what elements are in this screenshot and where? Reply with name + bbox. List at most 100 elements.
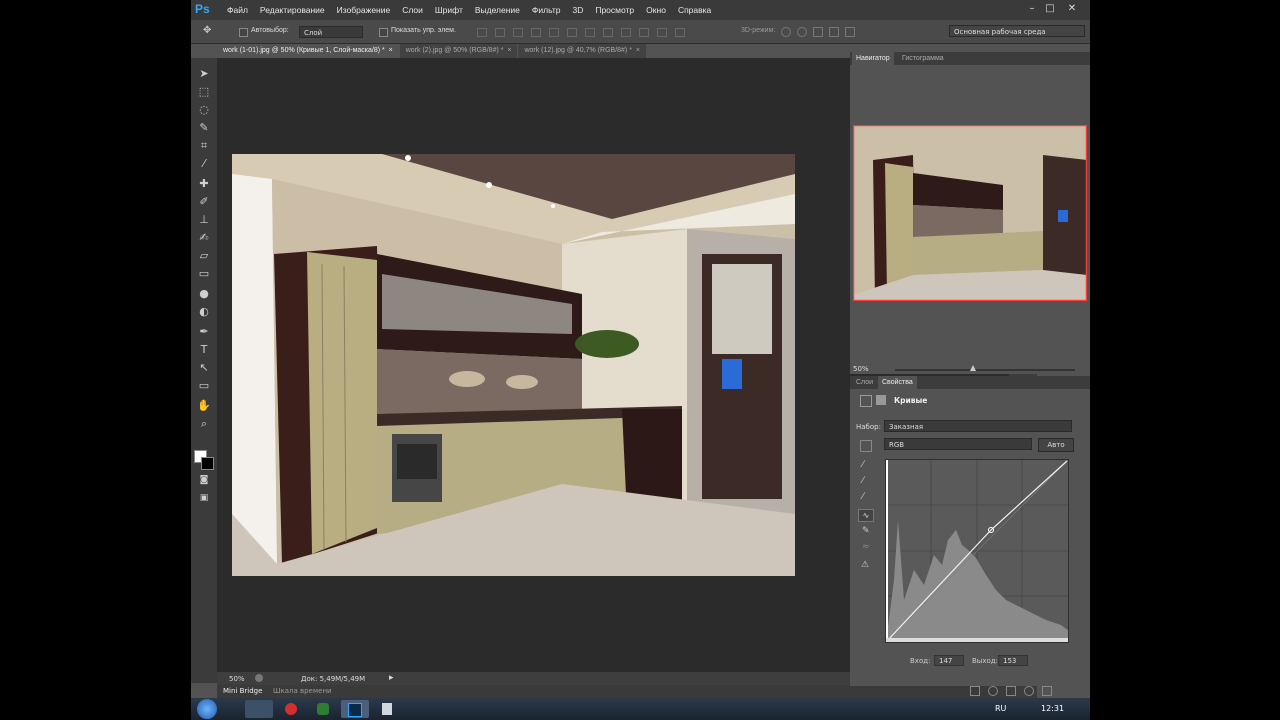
properties-tab[interactable]: Свойства (878, 376, 917, 389)
output-field[interactable]: 153 (998, 655, 1028, 666)
close-tab-icon[interactable]: × (389, 47, 393, 54)
eyedropper-tool-icon[interactable]: ⁄ (196, 156, 212, 172)
curve-point-tool-icon[interactable]: ∿ (858, 509, 874, 522)
zoom-level[interactable]: 50% (229, 675, 245, 683)
document-tab-2[interactable]: work (2).jpg @ 50% (RGB/8#) * × (399, 44, 518, 58)
pencil-curve-icon[interactable]: ✎ (862, 526, 870, 536)
distribute-icon[interactable] (675, 28, 685, 37)
3d-slide-icon[interactable] (829, 27, 839, 37)
workspace-dropdown[interactable]: Основная рабочая среда (949, 25, 1085, 37)
status-menu-arrow-icon[interactable]: ▸ (389, 673, 394, 683)
navigator-tab[interactable]: Навигатор (852, 52, 894, 65)
hand-tool-icon[interactable]: ✋ (196, 398, 212, 414)
distribute-icon[interactable] (585, 28, 595, 37)
menu-help[interactable]: Справка (672, 0, 717, 20)
view-previous-icon[interactable] (988, 686, 998, 696)
move-tool-icon[interactable]: ➤ (196, 66, 212, 82)
timeline-tab[interactable]: Шкала времени (273, 687, 332, 695)
white-eyedropper-icon[interactable]: ⁄ (862, 492, 864, 502)
path-select-tool-icon[interactable]: ↖ (196, 360, 212, 376)
align-icon[interactable] (513, 28, 523, 37)
zoom-tool-icon[interactable]: ⌕ (196, 416, 212, 432)
brush-tool-icon[interactable]: ✐ (196, 194, 212, 210)
hand-adjust-icon[interactable] (860, 440, 872, 452)
input-field[interactable]: 147 (934, 655, 964, 666)
align-icon[interactable] (531, 28, 541, 37)
screen-mode-icon[interactable]: ▣ (196, 490, 212, 506)
black-eyedropper-icon[interactable]: ⁄ (862, 460, 864, 470)
align-icon[interactable] (549, 28, 559, 37)
curves-graph[interactable] (885, 459, 1069, 643)
mask-icon[interactable] (876, 395, 886, 405)
menu-type[interactable]: Шрифт (429, 0, 469, 20)
mini-bridge-tab[interactable]: Mini Bridge (223, 687, 262, 695)
menu-view[interactable]: Просмотр (589, 0, 640, 20)
visibility-icon[interactable] (1024, 686, 1034, 696)
align-icon[interactable] (495, 28, 505, 37)
menu-layers[interactable]: Слои (396, 0, 429, 20)
menu-filter[interactable]: Фильтр (526, 0, 567, 20)
3d-rotate-icon[interactable] (781, 27, 791, 37)
menu-window[interactable]: Окно (640, 0, 672, 20)
menu-3d[interactable]: 3D (566, 0, 589, 20)
3d-pan-icon[interactable] (813, 27, 823, 37)
distribute-icon[interactable] (621, 28, 631, 37)
close-button[interactable]: ✕ (1063, 2, 1081, 16)
pen-tool-icon[interactable]: ✒ (196, 324, 212, 340)
language-indicator[interactable]: RU (995, 704, 1006, 713)
start-button-icon[interactable] (197, 699, 217, 719)
shape-tool-icon[interactable]: ▭ (196, 378, 212, 394)
histogram-tab[interactable]: Гистограмма (898, 52, 948, 65)
3d-scale-icon[interactable] (845, 27, 855, 37)
preset-dropdown[interactable]: Заказная (884, 420, 1072, 432)
channel-dropdown[interactable]: RGB (884, 438, 1032, 450)
autoselect-checkbox[interactable] (239, 28, 248, 37)
auto-button[interactable]: Авто (1038, 438, 1074, 452)
zoom-slider-handle[interactable] (970, 365, 976, 371)
menu-select[interactable]: Выделение (469, 0, 526, 20)
delete-icon[interactable] (1042, 686, 1052, 696)
maximize-button[interactable]: □ (1041, 2, 1059, 16)
align-icon[interactable] (477, 28, 487, 37)
status-icon[interactable] (255, 674, 263, 682)
document-tab-3[interactable]: work (12).jpg @ 40,7% (RGB/8#) * × (518, 44, 646, 58)
crop-tool-icon[interactable]: ⌗ (196, 138, 212, 154)
move-tool-icon[interactable]: ✥ (203, 25, 211, 36)
align-icon[interactable] (567, 28, 577, 37)
navigator-zoom[interactable]: 50% (853, 365, 869, 373)
show-controls-checkbox[interactable] (379, 28, 388, 37)
distribute-icon[interactable] (603, 28, 613, 37)
reset-icon[interactable] (1006, 686, 1016, 696)
marquee-tool-icon[interactable]: ⬚ (196, 84, 212, 100)
clipping-warning-icon[interactable]: ⚠ (861, 560, 869, 570)
autoselect-dropdown[interactable]: Слой (299, 26, 363, 38)
quick-select-tool-icon[interactable]: ✎ (196, 120, 212, 136)
clip-to-layer-icon[interactable] (970, 686, 980, 696)
blur-tool-icon[interactable]: ● (196, 286, 212, 302)
gradient-tool-icon[interactable]: ▭ (196, 266, 212, 282)
eraser-tool-icon[interactable]: ▱ (196, 248, 212, 264)
background-color-swatch[interactable] (201, 457, 214, 470)
minimize-button[interactable]: – (1023, 2, 1041, 16)
healing-tool-icon[interactable]: ✚ (196, 176, 212, 192)
close-tab-icon[interactable]: × (507, 47, 511, 54)
gray-eyedropper-icon[interactable]: ⁄ (862, 476, 864, 486)
clock[interactable]: 12:31 (1041, 704, 1064, 713)
smooth-curve-icon[interactable]: ≈ (862, 542, 870, 552)
browser-taskbar-icon[interactable] (277, 700, 305, 718)
document-image[interactable] (232, 154, 795, 576)
stamp-tool-icon[interactable]: ⊥ (196, 212, 212, 228)
navigator-thumbnail[interactable] (853, 125, 1087, 301)
menu-file[interactable]: Файл (221, 0, 254, 20)
history-brush-tool-icon[interactable]: ✍ (196, 230, 212, 246)
type-tool-icon[interactable]: T (196, 342, 212, 358)
layers-tab[interactable]: Слои (852, 376, 877, 389)
explorer-taskbar-icon[interactable] (245, 700, 273, 718)
document-tab-1[interactable]: work (1-01).jpg @ 50% (Кривые 1, Слой-ма… (217, 44, 399, 58)
menu-edit[interactable]: Редактирование (254, 0, 331, 20)
lasso-tool-icon[interactable]: ◌ (196, 102, 212, 118)
quick-mask-icon[interactable]: ◙ (196, 472, 212, 488)
notepad-taskbar-icon[interactable] (373, 700, 401, 718)
close-tab-icon[interactable]: × (636, 47, 640, 54)
dodge-tool-icon[interactable]: ◐ (196, 304, 212, 320)
